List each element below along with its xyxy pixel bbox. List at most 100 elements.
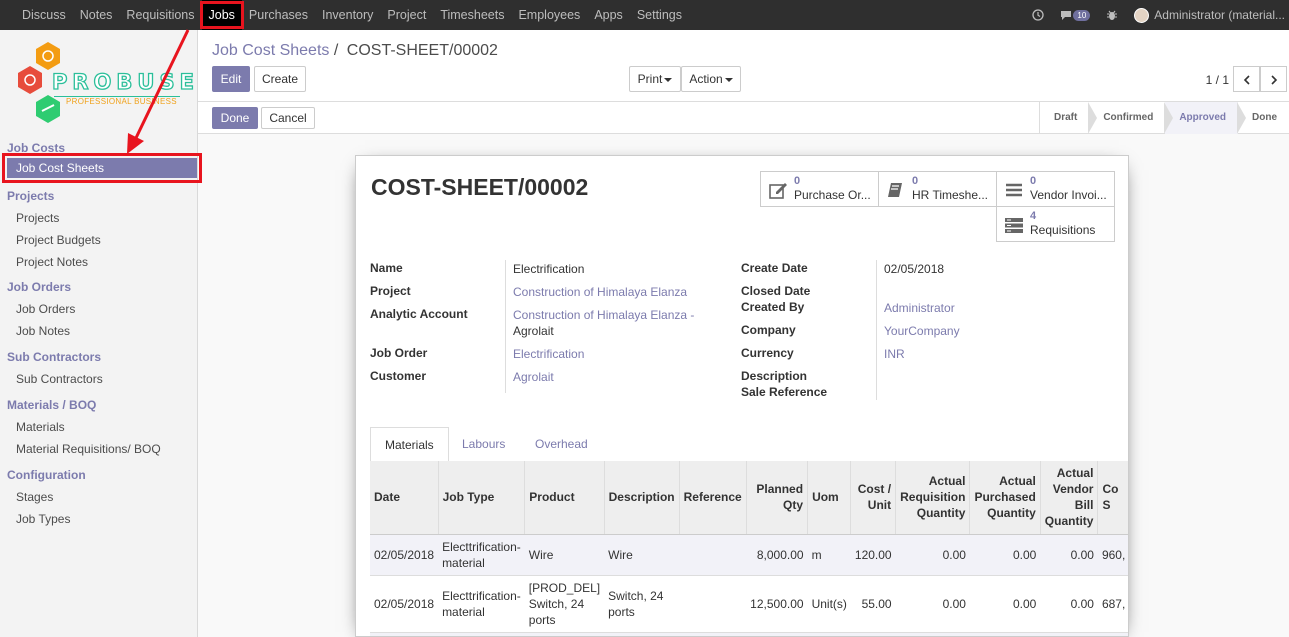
company-logo: PROBUSE PROFESSIONAL BUSINESS (14, 40, 195, 130)
chevron-left-icon (1243, 74, 1250, 85)
menu-jobs[interactable]: Jobs (199, 0, 245, 30)
col-reference[interactable]: Reference (678, 461, 747, 535)
section-projects[interactable]: Projects (7, 189, 54, 203)
col-actual-purchased-qty[interactable]: Actual Purchased Quantity (969, 461, 1041, 535)
bug-icon[interactable] (1106, 9, 1118, 21)
company-link[interactable]: YourCompany (884, 324, 960, 338)
menu-requisitions[interactable]: Requisitions (119, 0, 201, 30)
col-actual-vendor-bill-qty[interactable]: Actual Vendor Bill Quantity (1039, 461, 1098, 535)
section-configuration[interactable]: Configuration (7, 468, 86, 482)
name-value: Electrification (513, 262, 585, 276)
stage-done[interactable]: Done (1237, 102, 1289, 134)
table-row[interactable] (370, 631, 1128, 636)
vendor-invoices-label: Vendor Invoi... (1030, 188, 1107, 202)
vendor-invoices-button[interactable]: 0 Vendor Invoi... (996, 171, 1115, 207)
cell-actual-vendor-bill-qty: 0.00 (1040, 533, 1098, 575)
col-planned-qty[interactable]: Planned Qty (745, 461, 808, 535)
purchase-orders-count: 0 (794, 175, 801, 187)
description-label: Description (741, 369, 808, 383)
pager-next-button[interactable] (1260, 66, 1287, 92)
col-date[interactable]: Date (370, 461, 439, 535)
pager-previous-button[interactable] (1233, 66, 1260, 92)
clock-icon[interactable] (1032, 9, 1045, 21)
sidebar-item-material-requisitions[interactable]: Material Requisitions/ BOQ (16, 442, 161, 456)
print-button[interactable]: Print (629, 66, 681, 92)
section-job-orders[interactable]: Job Orders (7, 280, 71, 294)
created-by-link[interactable]: Administrator (884, 301, 955, 315)
sidebar-item-job-cost-sheets[interactable]: Job Cost Sheets (2, 153, 202, 183)
stage-approved[interactable]: Approved (1164, 102, 1238, 134)
logo-tagline: PROFESSIONAL BUSINESS (66, 97, 177, 106)
menu-inventory[interactable]: Inventory (315, 0, 380, 30)
cell-actual-requisition-qty: 0.00 (895, 574, 970, 632)
tab-overhead[interactable]: Overhead (521, 427, 602, 463)
cancel-button[interactable]: Cancel (261, 107, 315, 129)
chat-icon[interactable]: 10 (1060, 9, 1091, 21)
action-button[interactable]: Action (681, 66, 741, 92)
menu-notes[interactable]: Notes (73, 0, 120, 30)
edit-button[interactable]: Edit (212, 66, 250, 92)
menu-timesheets[interactable]: Timesheets (433, 0, 511, 30)
vendor-invoices-count: 0 (1030, 175, 1037, 187)
cell-product: Wire (524, 533, 605, 575)
stage-draft[interactable]: Draft (1040, 102, 1089, 134)
sidebar-item-sub-contractors[interactable]: Sub Contractors (16, 372, 103, 386)
sidebar-item-job-orders[interactable]: Job Orders (16, 302, 75, 316)
sidebar-item-stages[interactable]: Stages (16, 490, 53, 504)
menu-employees[interactable]: Employees (511, 0, 587, 30)
menu-discuss[interactable]: Discuss (15, 0, 73, 30)
action-label: Action (689, 72, 723, 86)
col-description[interactable]: Description (603, 461, 680, 535)
create-button[interactable]: Create (254, 66, 306, 92)
analytic-account-link[interactable]: Construction of Himalaya Elanza - (513, 308, 694, 322)
tab-materials[interactable]: Materials (370, 427, 449, 463)
purchase-orders-button[interactable]: 0 Purchase Or... (760, 171, 879, 207)
book-icon (888, 183, 902, 197)
col-cost-unit[interactable]: Cost / Unit (850, 461, 896, 535)
col-job-type[interactable]: Job Type (437, 461, 525, 535)
company-label: Company (741, 323, 796, 337)
sidebar-item-projects[interactable]: Projects (16, 211, 59, 225)
sidebar-item-job-types[interactable]: Job Types (16, 512, 70, 526)
closed-date-label: Closed Date (741, 284, 811, 298)
currency-link[interactable]: INR (884, 347, 905, 361)
col-cost-subtotal[interactable]: Co S (1097, 461, 1128, 535)
requisitions-button[interactable]: 4 Requisitions (996, 206, 1115, 242)
main-menu: Discuss Notes Requisitions Jobs Purchase… (15, 0, 689, 30)
pager-value[interactable]: 1 / 1 (1206, 73, 1229, 87)
table-row[interactable]: 02/05/2018 Electtrification-material [PR… (370, 574, 1128, 632)
sidebar-item-project-budgets[interactable]: Project Budgets (16, 233, 101, 247)
col-product[interactable]: Product (524, 461, 605, 535)
project-link[interactable]: Construction of Himalaya Elanza (513, 285, 687, 299)
section-sub-contractors[interactable]: Sub Contractors (7, 350, 101, 364)
menu-project[interactable]: Project (380, 0, 433, 30)
stage-confirmed[interactable]: Confirmed (1088, 102, 1165, 134)
edit-icon (769, 183, 787, 199)
col-uom[interactable]: Uom (807, 461, 851, 535)
breadcrumb-parent[interactable]: Job Cost Sheets (212, 42, 329, 59)
hr-timesheets-button[interactable]: 0 HR Timeshe... (878, 171, 997, 207)
table-row[interactable]: 02/05/2018 Electtrification-material Wir… (370, 533, 1128, 575)
section-materials-boq[interactable]: Materials / BOQ (7, 398, 96, 412)
cell-actual-vendor-bill-qty: 0.00 (1040, 574, 1098, 632)
cell-planned-qty: 12,500.00 (746, 574, 808, 632)
job-order-link[interactable]: Electrification (513, 347, 584, 361)
sidebar-item-project-notes[interactable]: Project Notes (16, 255, 88, 269)
customer-link[interactable]: Agrolait (513, 370, 554, 384)
user-menu[interactable]: Administrator (material... (1154, 8, 1285, 22)
done-button[interactable]: Done (212, 107, 258, 129)
tasks-icon (1005, 218, 1023, 233)
table-row-partial (370, 631, 1128, 636)
sidebar-item-job-notes[interactable]: Job Notes (16, 324, 70, 338)
sidebar-item-materials[interactable]: Materials (16, 420, 65, 434)
col-actual-requisition-qty[interactable]: Actual Requisition Quantity (895, 461, 970, 535)
cell-cost-subtotal: 687, (1097, 574, 1128, 632)
requisitions-label: Requisitions (1030, 223, 1096, 237)
menu-purchases[interactable]: Purchases (242, 0, 315, 30)
menu-settings[interactable]: Settings (630, 0, 689, 30)
menu-apps[interactable]: Apps (587, 0, 630, 30)
breadcrumb-current: COST-SHEET/00002 (346, 42, 498, 59)
tab-labours[interactable]: Labours (448, 427, 519, 463)
user-avatar[interactable] (1134, 7, 1150, 23)
cell-actual-requisition-qty: 0.00 (895, 533, 970, 575)
